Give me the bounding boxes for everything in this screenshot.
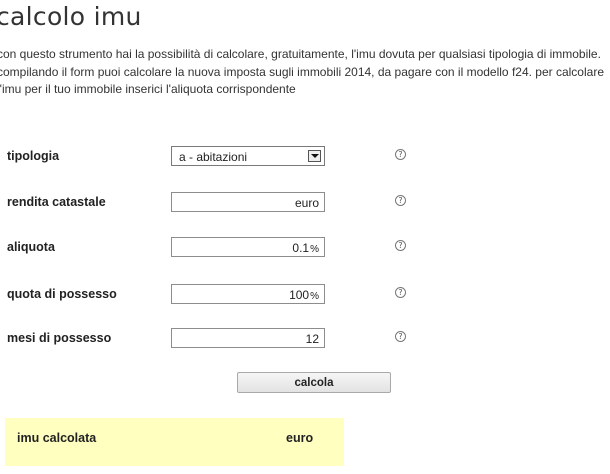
- aliquota-input[interactable]: 0.1%: [171, 237, 325, 257]
- aliquota-unit: %: [310, 244, 319, 255]
- rendita-unit: euro: [294, 196, 319, 210]
- page-title: calcolo imu: [0, 2, 142, 31]
- tipologia-select[interactable]: a - abitazioni: [171, 146, 325, 166]
- calcola-button[interactable]: calcola: [237, 372, 391, 393]
- help-icon[interactable]: ?: [395, 287, 406, 298]
- quota-input[interactable]: 100%: [171, 284, 325, 304]
- mesi-input[interactable]: 12: [171, 328, 325, 348]
- aliquota-label: aliquota: [7, 240, 55, 254]
- help-icon[interactable]: ?: [395, 240, 406, 251]
- row-aliquota: aliquota 0.1% ?: [0, 237, 610, 259]
- help-icon[interactable]: ?: [395, 331, 406, 342]
- quota-label: quota di possesso: [7, 287, 117, 301]
- result-unit: euro: [286, 431, 314, 445]
- result-box: imu calcolata euro: [5, 418, 344, 466]
- intro-text: con questo strumento hai la possibilità …: [0, 47, 604, 96]
- quota-unit: %: [310, 291, 319, 302]
- aliquota-value: 0.1: [292, 241, 310, 255]
- mesi-value: 12: [305, 332, 319, 346]
- help-icon[interactable]: ?: [395, 149, 406, 160]
- help-icon[interactable]: ?: [395, 195, 406, 206]
- rendita-input[interactable]: euro: [171, 192, 325, 212]
- row-tipologia: tipologia a - abitazioni ?: [0, 146, 610, 168]
- tipologia-label: tipologia: [7, 149, 60, 163]
- row-quota: quota di possesso 100% ?: [0, 284, 610, 306]
- quota-value: 100: [289, 288, 310, 302]
- tipologia-selected-value: a - abitazioni: [179, 150, 248, 164]
- row-mesi: mesi di possesso 12 ?: [0, 328, 610, 350]
- rendita-label: rendita catastale: [7, 195, 106, 209]
- row-rendita: rendita catastale euro ?: [0, 192, 610, 214]
- chevron-down-icon[interactable]: [308, 150, 321, 162]
- mesi-label: mesi di possesso: [7, 331, 112, 345]
- result-label: imu calcolata: [17, 431, 97, 445]
